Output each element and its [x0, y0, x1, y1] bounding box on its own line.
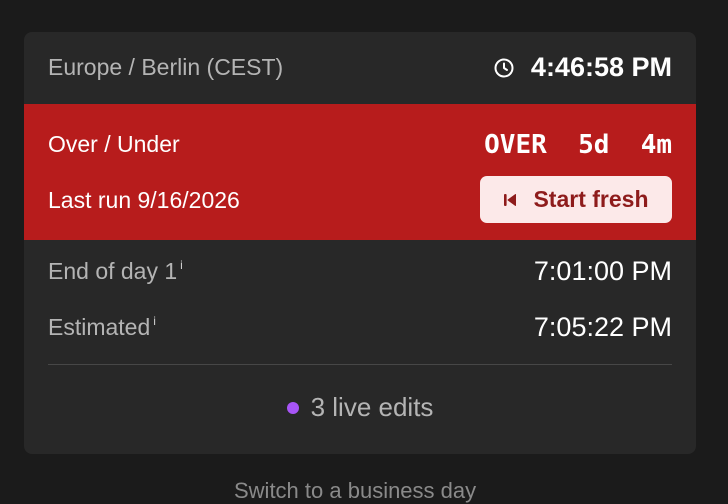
live-edits-indicator[interactable]: 3 live edits	[24, 392, 696, 423]
end-of-day-label: End of day 1i	[48, 258, 183, 285]
live-edits-text: 3 live edits	[310, 392, 434, 422]
over-under-label: Over / Under	[48, 131, 180, 157]
over-under-value: OVER 5d 4m	[484, 130, 672, 160]
over-under-panel: Over / Under OVER 5d 4m Last run 9/16/20…	[24, 104, 696, 240]
timezone-label[interactable]: Europe / Berlin (CEST)	[48, 54, 283, 81]
estimated-text: Estimated	[48, 314, 151, 340]
below-card-link[interactable]: Switch to a business day	[234, 478, 476, 504]
end-of-day-value: 7:01:00 PM	[533, 256, 672, 286]
end-of-day-row: End of day 1i 7:01:00 PM	[48, 252, 672, 292]
estimated-label: Estimated i	[48, 314, 156, 341]
skip-back-icon	[503, 192, 517, 208]
clock-icon	[493, 57, 515, 79]
start-fresh-button[interactable]: Start fresh	[480, 176, 672, 223]
timer-card: Europe / Berlin (CEST) 4:46:58 PM Over /…	[24, 32, 696, 454]
card-header: Europe / Berlin (CEST) 4:46:58 PM	[24, 32, 696, 104]
info-icon[interactable]: i	[153, 314, 156, 328]
end-of-day-text: End of day 1	[48, 258, 178, 284]
estimated-value: 7:05:22 PM	[533, 312, 672, 342]
divider	[48, 364, 672, 365]
current-time-display: 4:46:58 PM	[493, 52, 672, 83]
current-time: 4:46:58 PM	[530, 52, 672, 82]
start-fresh-label: Start fresh	[533, 186, 649, 212]
estimated-row: Estimated i 7:05:22 PM	[48, 308, 672, 348]
last-run-label: Last run 9/16/2026	[48, 187, 240, 213]
live-dot-icon	[286, 401, 299, 414]
info-icon[interactable]: i	[180, 258, 183, 272]
